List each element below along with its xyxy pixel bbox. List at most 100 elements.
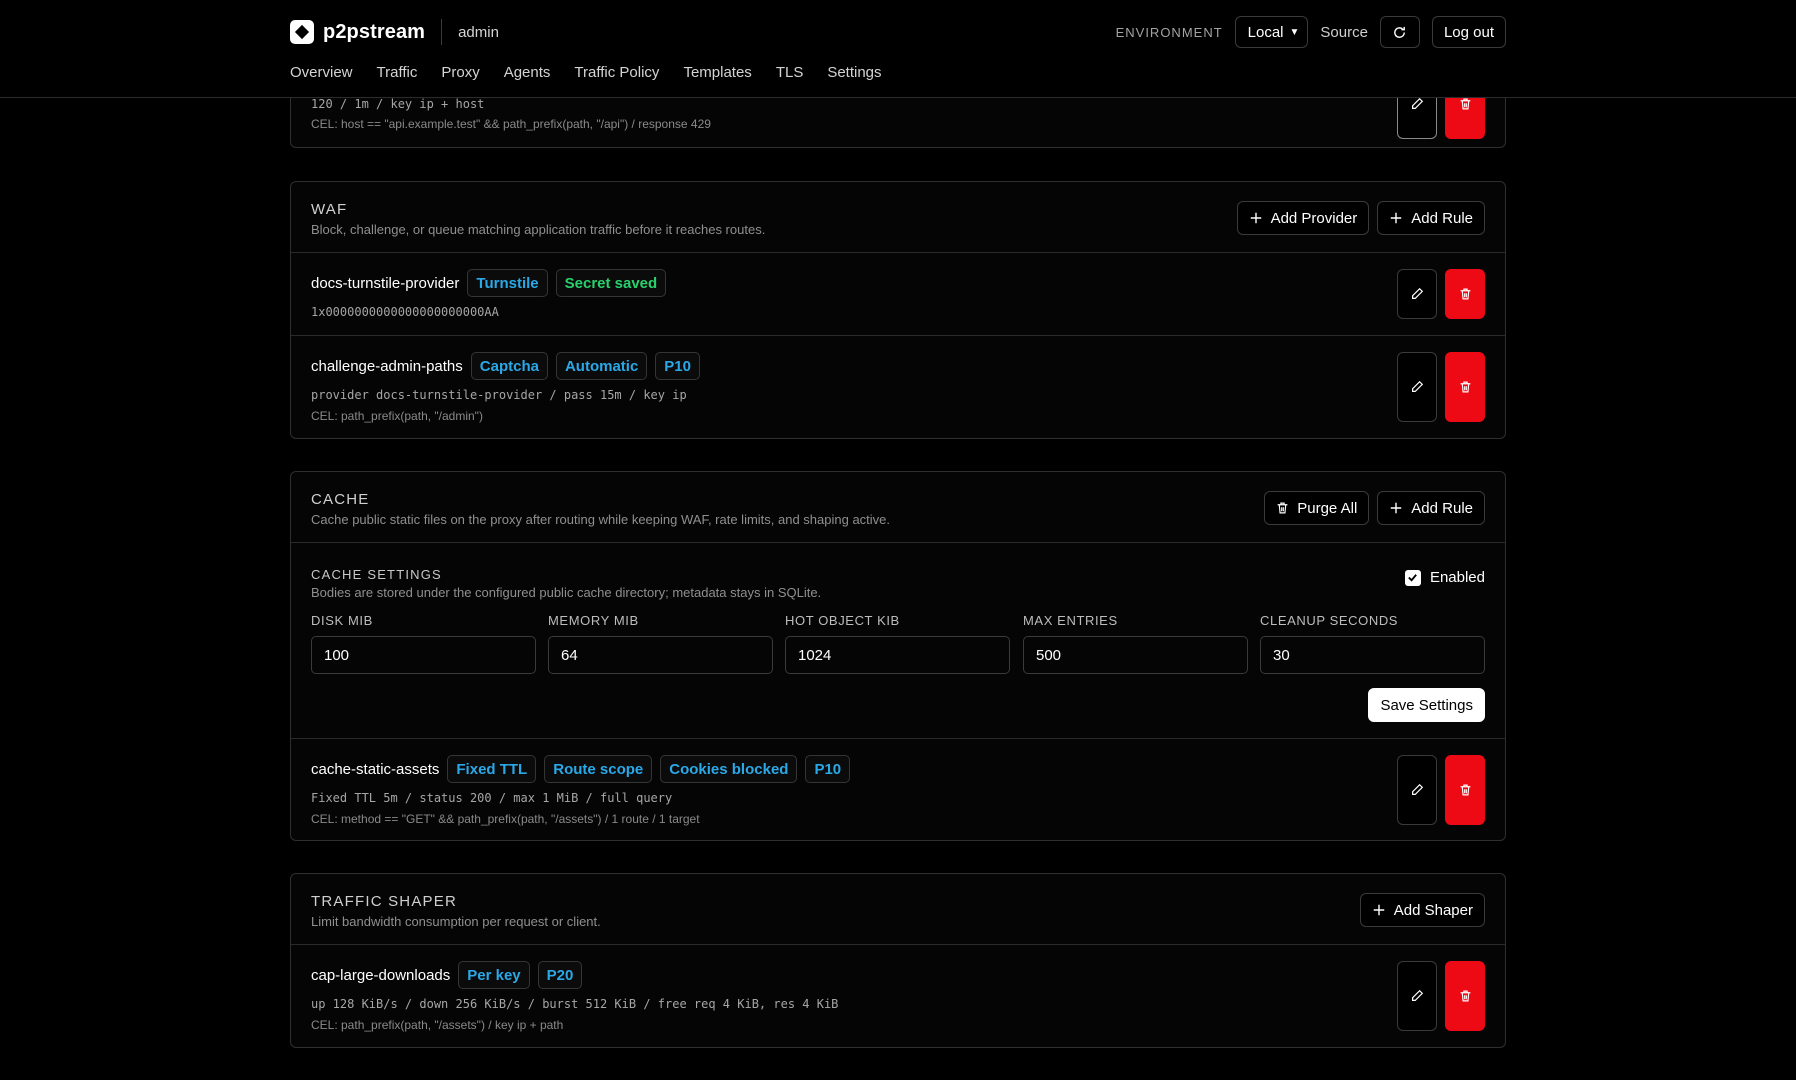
edit-button[interactable] xyxy=(1397,961,1437,1031)
app-header: p2pstream admin ENVIRONMENT Local ▼ Sour… xyxy=(0,0,1796,98)
traffic-shaper-description: Limit bandwidth consumption per request … xyxy=(311,914,601,929)
list-item: docs-turnstile-provider Turnstile Secret… xyxy=(291,253,1505,336)
enabled-label: Enabled xyxy=(1429,569,1485,586)
save-settings-button[interactable]: Save Settings xyxy=(1368,688,1485,722)
cache-settings: CACHE SETTINGS Bodies are stored under t… xyxy=(291,543,1505,739)
field-label: CLEANUP SECONDS xyxy=(1260,613,1399,628)
purge-all-button[interactable]: Purge All xyxy=(1264,491,1370,525)
tab-overview[interactable]: Overview xyxy=(290,64,353,81)
rate-limit-summary: 120 / 1m / key ip + host xyxy=(311,97,485,111)
plus-icon xyxy=(1391,502,1402,514)
environment-label: ENVIRONMENT xyxy=(1115,24,1223,40)
disk-mib-field: DISK MIB 100 xyxy=(311,613,536,674)
edit-button[interactable] xyxy=(1397,352,1437,422)
trash-icon xyxy=(1460,381,1470,393)
delete-button[interactable] xyxy=(1445,755,1485,825)
rule-cel: CEL: path_prefix(path, "/admin") xyxy=(311,409,483,423)
chevron-down-icon: ▼ xyxy=(1289,26,1300,38)
source-label: Source xyxy=(1320,23,1368,41)
rule-name: cap-large-downloads xyxy=(311,966,451,984)
main-nav: Overview Traffic Proxy Agents Traffic Po… xyxy=(290,64,906,81)
plus-icon xyxy=(1373,904,1385,916)
brand-divider xyxy=(441,19,443,45)
traffic-shaper-title: TRAFFIC SHAPER xyxy=(311,893,457,910)
hot-object-kib-field: HOT OBJECT KIB 1024 xyxy=(785,613,1010,674)
add-rule-button[interactable]: Add Rule xyxy=(1377,491,1485,525)
logout-button[interactable]: Log out xyxy=(1431,16,1506,48)
add-rule-label: Add Rule xyxy=(1411,209,1473,227)
tab-proxy[interactable]: Proxy xyxy=(441,64,479,81)
tab-traffic-policy[interactable]: Traffic Policy xyxy=(574,64,659,81)
status-badge: Secret saved xyxy=(555,269,667,297)
current-user: admin xyxy=(458,23,499,41)
cache-title: CACHE xyxy=(311,491,370,508)
edit-button[interactable] xyxy=(1397,269,1437,319)
purge-all-label: Purge All xyxy=(1297,499,1358,517)
rule-name: challenge-admin-paths xyxy=(311,357,463,375)
refresh-icon xyxy=(1394,26,1406,38)
add-provider-button[interactable]: Add Provider xyxy=(1236,201,1370,235)
status-badge: Fixed TTL xyxy=(447,755,537,783)
plus-icon xyxy=(1250,212,1261,224)
list-item: challenge-admin-paths Captcha Automatic … xyxy=(291,336,1505,438)
pencil-icon xyxy=(1412,287,1424,299)
rule-summary: 1x0000000000000000000000AA xyxy=(311,305,499,319)
rate-limit-cel: CEL: host == "api.example.test" && path_… xyxy=(311,117,711,131)
refresh-button[interactable] xyxy=(1379,16,1420,48)
list-item: cap-large-downloads Per key P20 up 128 K… xyxy=(291,945,1505,1047)
delete-button[interactable] xyxy=(1445,961,1485,1031)
brand-name: p2pstream xyxy=(323,20,426,43)
rule-cel: CEL: method == "GET" && path_prefix(path… xyxy=(311,812,700,826)
memory-mib-input[interactable]: 64 xyxy=(548,636,773,674)
traffic-shaper-card: TRAFFIC SHAPER Limit bandwidth consumpti… xyxy=(290,873,1506,1048)
trash-icon xyxy=(1460,990,1470,1002)
logo-icon xyxy=(290,20,314,44)
pencil-icon xyxy=(1412,380,1424,392)
trash-icon xyxy=(1460,98,1470,110)
field-label: MAX ENTRIES xyxy=(1023,613,1118,628)
field-label: DISK MIB xyxy=(311,613,373,628)
max-entries-field: MAX ENTRIES 500 xyxy=(1023,613,1248,674)
status-badge: P20 xyxy=(537,961,583,989)
cache-settings-description: Bodies are stored under the configured p… xyxy=(311,585,822,600)
rule-summary: Fixed TTL 5m / status 200 / max 1 MiB / … xyxy=(311,791,673,805)
disk-mib-input[interactable]: 100 xyxy=(311,636,536,674)
field-label: MEMORY MIB xyxy=(548,613,639,628)
delete-button[interactable] xyxy=(1445,269,1485,319)
edit-button[interactable] xyxy=(1397,755,1437,825)
delete-button[interactable] xyxy=(1445,352,1485,422)
status-badge: Automatic xyxy=(555,352,648,380)
cache-card: CACHE Cache public static files on the p… xyxy=(290,471,1506,841)
tab-templates[interactable]: Templates xyxy=(683,64,751,81)
environment-value: Local xyxy=(1247,23,1284,41)
cleanup-seconds-field: CLEANUP SECONDS 30 xyxy=(1260,613,1485,674)
status-badge: Cookies blocked xyxy=(660,755,798,783)
pencil-icon xyxy=(1412,989,1424,1001)
brand[interactable]: p2pstream admin xyxy=(290,19,499,45)
tab-agents[interactable]: Agents xyxy=(504,64,551,81)
waf-description: Block, challenge, or queue matching appl… xyxy=(311,222,766,237)
tab-traffic[interactable]: Traffic xyxy=(377,64,418,81)
enabled-toggle[interactable]: Enabled xyxy=(1404,569,1485,586)
memory-mib-field: MEMORY MIB 64 xyxy=(548,613,773,674)
max-entries-input[interactable]: 500 xyxy=(1023,636,1248,674)
tab-tls[interactable]: TLS xyxy=(776,64,804,81)
rule-name: docs-turnstile-provider xyxy=(311,274,460,292)
plus-icon xyxy=(1391,212,1402,224)
tab-settings[interactable]: Settings xyxy=(827,64,881,81)
add-shaper-button[interactable]: Add Shaper xyxy=(1359,893,1485,927)
status-badge: P10 xyxy=(655,352,700,380)
cache-settings-title: CACHE SETTINGS xyxy=(311,567,442,582)
cleanup-seconds-input[interactable]: 30 xyxy=(1260,636,1485,674)
pencil-icon xyxy=(1412,783,1424,795)
hot-object-kib-input[interactable]: 1024 xyxy=(785,636,1010,674)
add-rule-button[interactable]: Add Rule xyxy=(1377,201,1485,235)
status-badge: Turnstile xyxy=(467,269,548,297)
environment-select[interactable]: Local ▼ xyxy=(1234,16,1309,48)
rule-summary: provider docs-turnstile-provider / pass … xyxy=(311,388,687,402)
rule-cel: CEL: path_prefix(path, "/assets") / key … xyxy=(311,1018,564,1032)
cache-header: CACHE Cache public static files on the p… xyxy=(291,472,1505,543)
list-item: cache-static-assets Fixed TTL Route scop… xyxy=(291,739,1505,840)
rule-name: cache-static-assets xyxy=(311,760,440,778)
checkbox-checked-icon[interactable] xyxy=(1404,569,1421,586)
